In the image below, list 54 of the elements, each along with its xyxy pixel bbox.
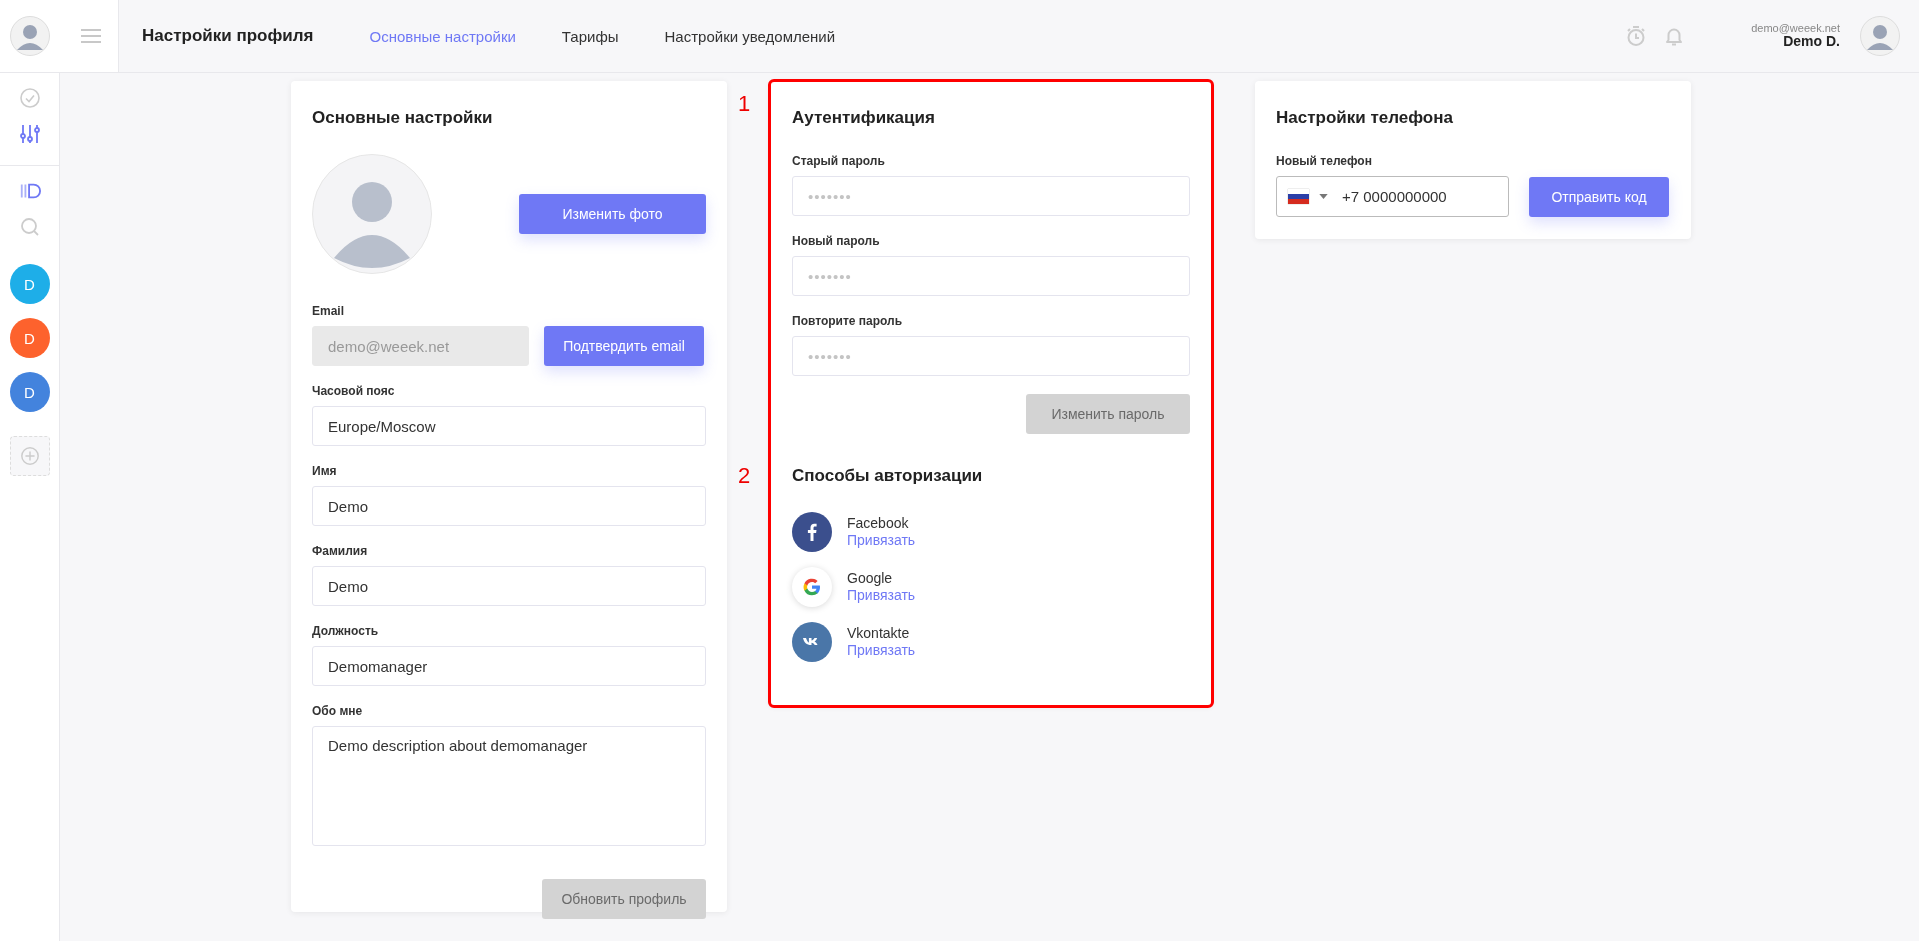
sliders-icon[interactable] bbox=[18, 123, 41, 145]
user-avatar-icon[interactable] bbox=[1860, 16, 1900, 56]
facebook-icon bbox=[792, 512, 832, 552]
field-label: Часовой пояс bbox=[312, 384, 396, 398]
field-label: Старый пароль bbox=[792, 154, 886, 168]
menu-icon[interactable] bbox=[81, 28, 101, 44]
about-field[interactable]: Demo description about demomanager bbox=[312, 726, 706, 846]
annotation-number: 1 bbox=[738, 91, 751, 117]
password-field[interactable]: ••••••• bbox=[792, 176, 1190, 216]
field-label: Новый пароль bbox=[792, 234, 881, 248]
link-account-link[interactable]: Привязать bbox=[847, 587, 916, 603]
add-workspace-button[interactable] bbox=[9, 436, 50, 476]
field-label: Новый телефон bbox=[1276, 154, 1373, 168]
user-name: Demo D. bbox=[1783, 34, 1840, 50]
card-title: Аутентификация bbox=[792, 108, 936, 128]
nav-tab[interactable]: Настройки уведомлений bbox=[664, 27, 836, 45]
page-title: Настройки профиля bbox=[142, 26, 314, 46]
input-field[interactable]: Demo bbox=[312, 486, 706, 526]
caret-down-icon[interactable] bbox=[1319, 194, 1328, 199]
check-circle-icon[interactable] bbox=[18, 87, 41, 109]
change-photo-button[interactable]: Изменить фото bbox=[519, 194, 706, 234]
link-account-link[interactable]: Привязать bbox=[847, 642, 916, 658]
workspace-avatar[interactable]: D bbox=[9, 372, 50, 412]
input-field[interactable]: Demomanager bbox=[312, 646, 706, 686]
password-field[interactable]: ••••••• bbox=[792, 256, 1190, 296]
field-label: Имя bbox=[312, 464, 338, 478]
card-title: Настройки телефона bbox=[1276, 108, 1454, 128]
user-email: demo@weeek.net bbox=[1751, 22, 1840, 35]
field-label: Повторите пароль bbox=[792, 314, 904, 328]
user-avatar-icon[interactable] bbox=[10, 16, 50, 56]
workspace-avatar[interactable]: D bbox=[9, 264, 50, 304]
input-field[interactable]: Demo bbox=[312, 566, 706, 606]
section-title: Способы авторизации bbox=[792, 466, 984, 486]
plus-circle-icon bbox=[19, 446, 40, 466]
password-field[interactable]: ••••••• bbox=[792, 336, 1190, 376]
vk-icon bbox=[792, 622, 832, 662]
workspace-avatar[interactable]: D bbox=[9, 318, 50, 358]
russia-flag-icon bbox=[1288, 189, 1309, 204]
search-icon[interactable] bbox=[18, 216, 41, 238]
field-label: Обо мне bbox=[312, 704, 364, 718]
auth-provider-name: Google bbox=[847, 570, 894, 586]
auth-provider-name: Vkontakte bbox=[847, 625, 911, 641]
card-title: Основные настройки bbox=[312, 108, 494, 128]
nav-tab[interactable]: Тарифы bbox=[561, 27, 619, 45]
send-code-button[interactable]: Отправить код bbox=[1529, 176, 1669, 217]
field-label: Фамилия bbox=[312, 544, 369, 558]
field-label: Email bbox=[312, 304, 345, 318]
nav-tab[interactable]: Основные настройки bbox=[369, 27, 516, 45]
input-field[interactable]: Europe/Moscow bbox=[312, 406, 706, 446]
phone-field[interactable]: +7 0000000000 bbox=[1276, 176, 1509, 217]
annotation-number: 2 bbox=[738, 463, 751, 489]
link-account-link[interactable]: Привязать bbox=[847, 532, 916, 548]
auth-provider-name: Facebook bbox=[847, 515, 910, 531]
field-label: Должность bbox=[312, 624, 380, 638]
